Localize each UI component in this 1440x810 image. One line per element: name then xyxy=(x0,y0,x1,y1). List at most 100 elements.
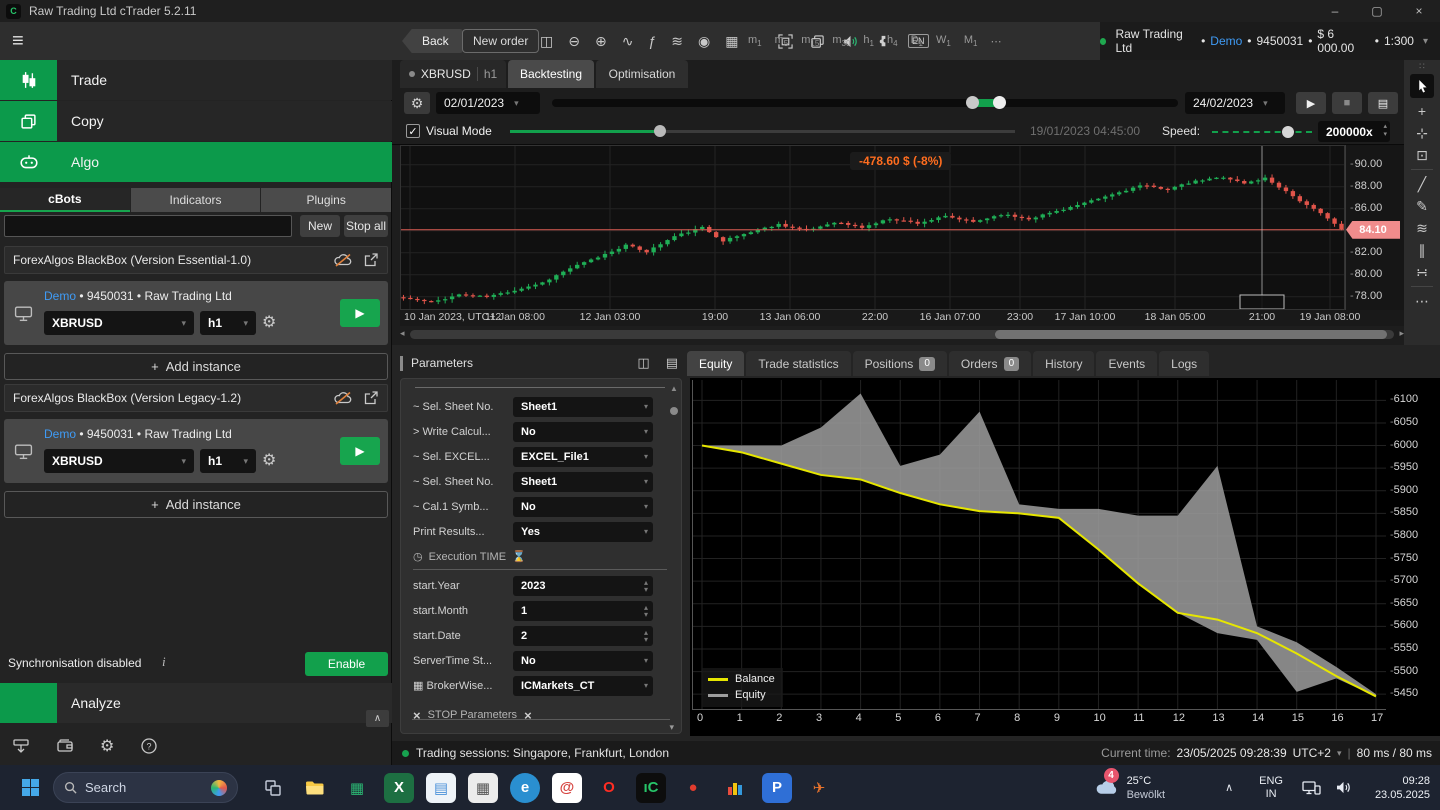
timeframe-m5[interactable]: m5 xyxy=(775,34,789,48)
open-external-icon[interactable] xyxy=(363,390,379,406)
language-indicator[interactable]: ENG IN xyxy=(1259,775,1283,801)
sidebar-item-analyze[interactable]: Analyze xyxy=(0,683,392,723)
symbol-select[interactable]: XBRUSD▾ xyxy=(44,449,194,473)
replay-handle[interactable] xyxy=(654,125,666,137)
timezone[interactable]: UTC+2 xyxy=(1293,746,1331,760)
symbol-select[interactable]: XBRUSD▾ xyxy=(44,311,194,335)
spin-down-icon[interactable]: ▾ xyxy=(1383,131,1387,139)
search-input[interactable] xyxy=(4,215,292,237)
timeframe-h1[interactable]: h1 xyxy=(863,34,874,48)
timeframe-m1[interactable]: m1 xyxy=(748,34,762,48)
start-cbot-button[interactable]: ▶ xyxy=(340,299,380,327)
start-cbot-button[interactable]: ▶ xyxy=(340,437,380,465)
save-preset-icon[interactable]: ▤ xyxy=(666,355,678,371)
candlestick-chart[interactable]: -478.60 $ (-8%) xyxy=(400,145,1345,310)
instance-settings-icon[interactable]: ⚙ xyxy=(262,313,276,333)
chart-type-icon[interactable]: ∿ xyxy=(622,33,634,50)
sidebar-item-algo[interactable]: Algo xyxy=(0,142,392,182)
parameter-dropdown[interactable]: Sheet1▾ xyxy=(513,472,653,492)
open-external-icon[interactable] xyxy=(363,252,379,268)
green-grid-app-icon[interactable]: ▦ xyxy=(342,773,372,803)
backtest-range-slider[interactable] xyxy=(552,99,1178,107)
report-button[interactable]: ▤ xyxy=(1368,92,1398,114)
zoom-in-icon[interactable]: ⊕ xyxy=(595,33,607,50)
scroll-left-icon[interactable]: ◂ xyxy=(400,328,405,339)
close-button[interactable]: × xyxy=(1398,0,1440,22)
more-tools[interactable]: ⋯ xyxy=(1410,290,1434,312)
opera-icon[interactable]: O xyxy=(594,773,624,803)
tab-optimisation[interactable]: Optimisation xyxy=(596,60,688,88)
enable-sync-button[interactable]: Enable xyxy=(305,652,388,676)
speed-handle[interactable] xyxy=(1282,126,1294,138)
icmarkets-icon[interactable]: ıC xyxy=(636,773,666,803)
parameter-dropdown[interactable]: Yes▾ xyxy=(513,522,653,542)
trendline-tool[interactable]: ╱ xyxy=(1410,173,1434,195)
target-tool[interactable]: ⊡ xyxy=(1410,144,1434,166)
scroll-handle[interactable] xyxy=(670,407,678,415)
price-axis[interactable]: 84.10 90.0088.0086.0082.0080.0078.00 xyxy=(1345,145,1404,310)
collapse-button[interactable]: ∧ xyxy=(366,710,389,727)
parameter-dropdown[interactable]: Sheet1▾ xyxy=(513,397,653,417)
parameter-dropdown[interactable]: No▾ xyxy=(513,651,653,671)
settings-gear-icon[interactable]: ⚙ xyxy=(100,736,114,756)
speed-slider[interactable] xyxy=(1212,131,1312,133)
tab-history[interactable]: History xyxy=(1033,351,1094,376)
timeframe-m15[interactable]: m15 xyxy=(801,34,819,48)
chart-layout-icon[interactable]: ◫ xyxy=(540,33,553,50)
file-explorer-icon[interactable] xyxy=(300,773,330,803)
back-button[interactable]: Back xyxy=(402,29,463,53)
tab-symbol[interactable]: XBRUSD h1 xyxy=(400,60,506,88)
tab-events[interactable]: Events xyxy=(1096,351,1157,376)
replay-progress-slider[interactable] xyxy=(510,130,1015,133)
new-cbot-button[interactable]: New xyxy=(300,215,340,237)
date-to-select[interactable]: 24/02/2023 ▾ xyxy=(1185,92,1285,114)
new-order-button[interactable]: New order xyxy=(462,29,539,53)
timeframe-D1[interactable]: D1 xyxy=(911,34,923,48)
scroll-up-icon[interactable]: ▲ xyxy=(670,384,678,393)
sidebar-tab-cbots[interactable]: cBots xyxy=(0,188,130,212)
tab-logs[interactable]: Logs xyxy=(1159,351,1209,376)
tab-orders[interactable]: Orders0 xyxy=(949,351,1031,376)
spinner-arrows-icon[interactable]: ▴▾ xyxy=(644,629,648,643)
range-handle-start[interactable] xyxy=(966,96,979,109)
crosshair-tool[interactable]: + xyxy=(1410,100,1434,122)
stats-app-icon[interactable] xyxy=(720,773,750,803)
start-button[interactable] xyxy=(22,779,39,796)
edge-icon[interactable]: e xyxy=(510,773,540,803)
scroll-thumb[interactable] xyxy=(995,330,1387,339)
minimize-button[interactable]: – xyxy=(1314,0,1356,22)
menu-icon[interactable]: ≡ xyxy=(12,30,24,52)
layers-icon[interactable]: ≋ xyxy=(671,33,683,50)
withdraw-icon[interactable] xyxy=(56,738,74,754)
volume-icon[interactable] xyxy=(1335,781,1352,794)
fx-indicators-icon[interactable]: ƒ xyxy=(648,33,656,49)
deposit-icon[interactable] xyxy=(12,738,30,754)
visual-mode-checkbox[interactable]: ✓ xyxy=(406,124,420,138)
cloud-disabled-icon[interactable] xyxy=(333,390,353,406)
view-options-icon[interactable]: ◉ xyxy=(698,33,710,50)
parameter-dropdown[interactable]: ICMarkets_CT▾ xyxy=(513,676,653,696)
help-icon[interactable]: ? xyxy=(140,737,158,755)
chevron-down-icon[interactable]: ▾ xyxy=(644,402,648,411)
task-view-icon[interactable] xyxy=(258,773,288,803)
speed-value-spinner[interactable]: 200000x ▴▾ xyxy=(1318,121,1390,142)
tab-positions[interactable]: Positions0 xyxy=(853,351,947,376)
red-app-icon[interactable]: ● xyxy=(678,773,708,803)
instance-settings-icon[interactable]: ⚙ xyxy=(262,451,276,471)
timeframe-M1[interactable]: M1 xyxy=(964,34,978,48)
weather-widget[interactable]: 4 25°C Bewölkt xyxy=(1094,774,1166,802)
chevron-down-icon[interactable]: ▾ xyxy=(644,452,648,461)
info-icon[interactable]: i xyxy=(162,654,166,670)
account-selector[interactable]: Raw Trading Ltd • Demo • 9450031 • $ 6 0… xyxy=(1100,22,1440,60)
cbot-instance-card[interactable]: Demo • 9450031 • Raw Trading LtdXBRUSD▾h… xyxy=(4,281,388,345)
parameter-spinner[interactable]: 2▴▾ xyxy=(513,626,653,646)
backtest-settings-icon[interactable]: ⚙ xyxy=(404,92,430,114)
undock-icon[interactable]: ◫ xyxy=(637,355,649,371)
notepad-icon[interactable]: ▤ xyxy=(426,773,456,803)
spin-up-icon[interactable]: ▴ xyxy=(1383,123,1387,131)
parameter-spinner[interactable]: 1▴▾ xyxy=(513,601,653,621)
tray-expand-icon[interactable]: ∧ xyxy=(1225,781,1233,794)
spinner-arrows-icon[interactable]: ▴▾ xyxy=(644,579,648,593)
equity-chart[interactable]: 6100605060005950590058505800575057005650… xyxy=(690,378,1440,736)
calculator-icon[interactable]: ▦ xyxy=(468,773,498,803)
